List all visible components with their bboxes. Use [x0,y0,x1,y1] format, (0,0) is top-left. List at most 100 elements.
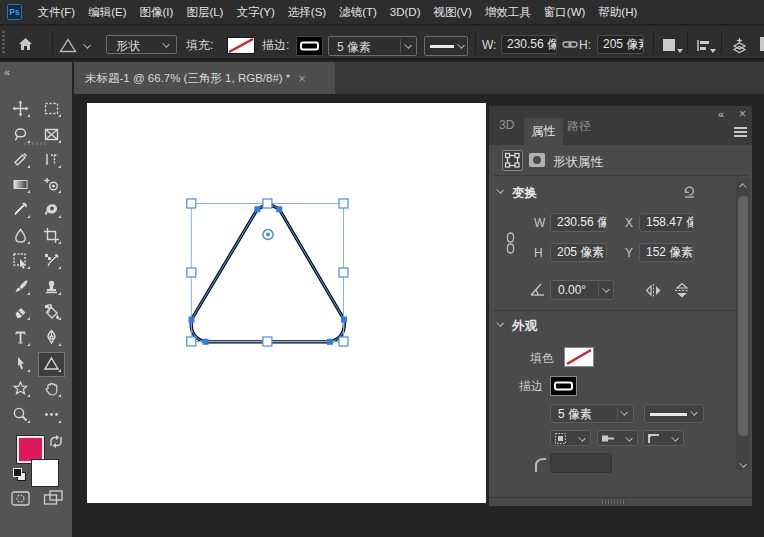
menu-filter[interactable]: 滤镜(T) [333,0,384,24]
gradient-tool[interactable] [8,173,32,195]
angle-select[interactable]: 0.00° [550,280,614,300]
stroke-label: 描边: [262,36,289,54]
document-tab-close-icon[interactable]: × [298,71,306,86]
menu-file[interactable]: 文件(F) [31,0,82,24]
swap-colors-icon[interactable] [48,434,64,449]
path-operations-icon[interactable] [663,39,675,51]
flip-vertical-icon[interactable] [674,282,690,300]
tab-properties[interactable]: 属性 [524,118,563,145]
menu-help[interactable]: 帮助(H) [592,0,644,24]
link-dimensions-icon[interactable] [562,39,578,50]
shape-rounding-control[interactable] [263,230,273,240]
eraser-tool[interactable] [8,300,32,322]
rectangular-marquee-tool[interactable] [39,97,63,119]
menu-plugins[interactable]: 增效工具 [478,0,537,24]
stroke-width-select-panel[interactable]: 5 像素 [550,404,634,423]
vertical-type-tool[interactable] [39,148,63,170]
home-icon[interactable] [17,36,34,53]
hand-tool[interactable] [39,377,63,399]
fill-swatch[interactable] [227,37,255,54]
selection-bounding-box[interactable] [191,204,343,342]
red-eye-tool[interactable] [39,173,63,195]
frame-tool[interactable] [8,249,32,271]
panel-scrollbar-thumb[interactable] [738,196,748,436]
material-eyedropper-tool[interactable] [39,249,63,271]
triangle-tool-icon[interactable] [59,38,77,53]
transform-x-field[interactable]: 158.47 像素 [639,213,694,232]
flip-horizontal-icon[interactable] [645,283,662,298]
path-anchor-points[interactable] [189,206,348,344]
custom-shape-tool[interactable] [8,377,32,399]
healing-brush-tool[interactable] [8,148,32,170]
paint-bucket-tool[interactable] [39,300,63,322]
triangle-path[interactable] [191,205,344,341]
menu-layer[interactable]: 图层(L) [180,0,230,24]
stroke-color-swatch[interactable] [550,376,577,396]
edit-toolbar-icon[interactable] [39,403,63,425]
blur-tool[interactable] [8,224,32,246]
type-tool[interactable] [8,326,32,348]
crop-tool[interactable] [39,224,63,246]
transform-w-field[interactable]: 230.56 像素 [550,213,607,232]
stroke-type-select[interactable] [424,36,468,56]
transform-h-field[interactable]: 205 像素 [550,243,607,262]
pen-tool[interactable] [39,326,63,348]
menu-edit[interactable]: 编辑(E) [82,0,133,24]
fill-color-swatch[interactable] [564,347,594,367]
stroke-type-select-panel[interactable] [644,404,704,423]
options-bar-grip[interactable] [2,31,5,55]
stroke-cap-select[interactable] [597,430,638,446]
slice-tool[interactable] [39,123,63,145]
background-color-swatch[interactable] [31,459,59,487]
path-arrangement-icon[interactable] [731,37,748,54]
brush-tool[interactable] [8,275,32,297]
default-colors-icon[interactable] [13,468,22,477]
rotate-view-tool[interactable] [39,198,63,220]
height-field[interactable]: 205 像素 [597,35,644,54]
panel-close-icon[interactable]: × [739,107,746,121]
menu-select[interactable]: 选择(S) [281,0,332,24]
tool-mode-select[interactable]: 形状 [106,35,177,54]
transform-y-field[interactable]: 152 像素 [639,243,694,262]
appearance-collapse-chevron[interactable] [496,319,504,327]
corner-radius-field[interactable] [550,453,612,473]
document-tab[interactable]: 未标题-1 @ 66.7% (三角形 1, RGB/8#) * × [74,62,335,94]
eyedropper-tool[interactable] [8,198,32,220]
move-tool[interactable] [8,97,32,119]
menu-3d[interactable]: 3D(D) [383,0,427,24]
lasso-tool[interactable] [8,123,32,145]
menu-image[interactable]: 图像(I) [133,0,180,24]
link-wh-icon[interactable] [504,232,517,254]
stroke-swatch[interactable] [296,36,323,56]
transform-handles[interactable] [187,199,348,346]
shape-tool-triangle[interactable] [39,352,63,374]
mask-properties-toggle[interactable] [528,152,546,168]
stroke-width-select[interactable]: 5 像素 [328,36,417,56]
tool-preset-chevron[interactable] [83,41,91,49]
clone-stamp-tool[interactable] [39,275,63,297]
width-field[interactable]: 230.56 像素 [501,35,557,54]
tab-3d[interactable]: 3D [499,118,514,132]
menu-window[interactable]: 窗口(W) [537,0,592,24]
panel-menu-icon[interactable] [734,127,747,129]
panel-header: « × 3D 属性 路径 [489,106,752,145]
shape-properties-toggle[interactable] [502,150,523,171]
stroke-align-select[interactable] [550,430,591,446]
toolbar-collapse-icon[interactable]: « [4,67,10,77]
tab-paths[interactable]: 路径 [567,118,591,135]
menu-view[interactable]: 视图(V) [427,0,478,24]
zoom-tool[interactable] [8,403,32,425]
menu-type[interactable]: 文字(Y) [230,0,281,24]
panel-scrollbar[interactable] [736,178,750,470]
panel-collapse-icon[interactable]: « [718,109,724,119]
path-selection-tool[interactable] [8,352,32,374]
triangle-shape-selection[interactable] [87,103,486,503]
screen-mode-icon[interactable] [43,489,64,507]
transform-collapse-chevron[interactable] [496,186,504,194]
panel-resize-grip[interactable] [602,500,626,504]
stroke-corner-select[interactable] [643,430,684,446]
height-label: H: [579,36,591,54]
reset-transform-icon[interactable] [683,184,696,198]
document-tab-title: 未标题-1 @ 66.7% (三角形 1, RGB/8#) * [85,71,290,86]
quick-mask-icon[interactable] [11,490,30,507]
